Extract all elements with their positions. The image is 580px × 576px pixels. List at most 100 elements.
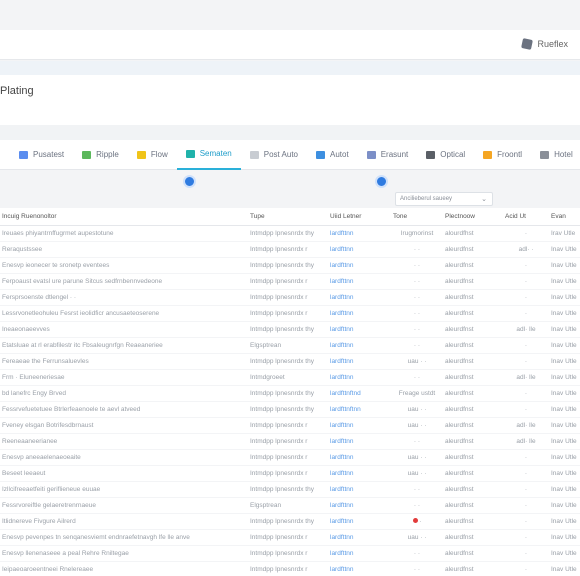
table-row[interactable]: Frm · Eluneeneriesae Intmdgroeet lardfttnn… [0, 369, 580, 386]
table-row[interactable]: Reraqustssee Intmdpp lpnesnrdx r lardfttnn… [0, 241, 580, 258]
table-row[interactable]: Ferpoaust evatsl ure parune Sitcus sedfr… [0, 273, 580, 290]
table-cell[interactable]: lardfttnn [328, 449, 391, 466]
table-cell[interactable]: lardfttnftnn [328, 401, 391, 418]
table-row[interactable]: Ineaeonaeevves Intmdpp lpnesnrdx thy lardf… [0, 321, 580, 338]
column-header[interactable]: Tupe [248, 208, 328, 226]
table-cell[interactable]: lardfttnn [328, 305, 391, 322]
table-cell: Ireuaes phiyantrnffugrmet aupestotune [0, 225, 248, 242]
filter-bar: Ancilieberul saueey ⌄ [0, 192, 580, 208]
table-cell: aleurdfnst [443, 481, 503, 498]
table-cell[interactable]: lardfttnn [328, 561, 391, 576]
table-row[interactable]: Enesvp pevenpes tn senqanesviemt endnrae… [0, 529, 580, 546]
table-cell: Intmdpp lpnesnrdx r [248, 433, 328, 450]
table-cell[interactable]: lardfttnn [328, 497, 391, 514]
table-row[interactable]: Etatsluae at rl erabfilestr itc Fbsaleug… [0, 337, 580, 354]
table-row[interactable]: Izllcifreeaetfeiti geriflieneue euuae Int… [0, 481, 580, 498]
table-cell[interactable]: lardfttnn [328, 337, 391, 354]
table-cell[interactable]: lardfttnn [328, 529, 391, 546]
table-row[interactable]: Ireuaes phiyantrnffugrmet aupestotune Int… [0, 225, 580, 242]
table-cell: Irav Utle [549, 225, 580, 242]
table-cell[interactable]: lardfttnn [328, 433, 391, 450]
tool-icon [19, 150, 28, 159]
marker-dot[interactable] [375, 175, 388, 188]
table-cell: aleurdfnst [443, 433, 503, 450]
column-header[interactable]: Evan [549, 208, 580, 226]
toolbar-tool[interactable]: Hotel [531, 140, 580, 170]
table-row[interactable]: Ieipaeoaroeentneei Rnelereaee Intmdpp lpn… [0, 561, 580, 576]
toolbar-tool[interactable]: Froontl [474, 140, 531, 170]
table-cell: aleurdfnst [443, 385, 503, 402]
table-cell: Enesvp aneeaelenaeoeaite [0, 449, 248, 466]
table-cell: Inav Utle [549, 497, 580, 514]
tool-icon [426, 150, 436, 159]
column-header[interactable]: Uiid Letner [328, 208, 391, 226]
toolbar: Pusatest Ripple Flow Sematen Post Auto Autot E… [0, 140, 580, 170]
table-row[interactable]: Itlidnereve Fivgure Ailrerd Intmdpp lpnes… [0, 513, 580, 530]
table-cell: Intmdpp lpnesnrdx thy [248, 353, 328, 370]
table-cell: Intmdpp lpnesnrdx r [248, 465, 328, 482]
table-row[interactable]: Fereaeae the Ferrunsaluevles Intmdpp lpne… [0, 353, 580, 370]
table-cell[interactable]: lardfttnn [328, 465, 391, 482]
table-cell[interactable]: lardfttnn [328, 273, 391, 290]
table-cell: Inav Utle [549, 273, 580, 290]
table-cell: · · [391, 481, 443, 498]
table-cell: aleurdfnst [443, 545, 503, 562]
table-cell: Irugmorinst [391, 225, 443, 242]
table-cell: Intmdpp lpnesnrdx thy [248, 225, 328, 242]
filter-select[interactable]: Ancilieberul saueey ⌄ [395, 192, 493, 206]
column-header[interactable]: Acid Ut [503, 208, 549, 226]
column-header[interactable]: Tone [391, 208, 443, 226]
table-cell: · · [391, 241, 443, 258]
table-row[interactable]: Reeneaaneerianee Intmdpp lpnesnrdx r lardf… [0, 433, 580, 450]
table-row[interactable]: Fessrvoreiftle gelaeretrenrnaeue Elgsptre… [0, 497, 580, 514]
table-cell[interactable]: lardfttnn [328, 417, 391, 434]
table-cell: uau · · [391, 417, 443, 434]
toolbar-tool[interactable]: Post Auto [241, 140, 307, 170]
table-cell: Intmdpp lpnesnrdx thy [248, 385, 328, 402]
table-cell: · [503, 497, 549, 514]
table-row[interactable]: bd lanefrc Engy Brved Intmdpp lpnesnrdx t… [0, 385, 580, 402]
topbar-action[interactable]: Rueflex [521, 38, 568, 50]
table-row[interactable]: Beseet leeaeut Intmdpp lpnesnrdx r lardftt… [0, 465, 580, 482]
table-cell: aleurdfnst [443, 289, 503, 306]
table-cell: · [503, 385, 549, 402]
table-cell: · [391, 513, 443, 530]
column-header[interactable]: Plectnoow [443, 208, 503, 226]
table-cell[interactable]: lardfttnn [328, 545, 391, 562]
table-cell[interactable]: lardfttnn [328, 225, 391, 242]
toolbar-tool[interactable]: Sematen [176, 140, 241, 170]
toolbar-tool[interactable]: Erasunt [358, 140, 418, 170]
table-cell: aleurdfnst [443, 273, 503, 290]
toolbar-tool[interactable]: Ripple [73, 140, 128, 170]
toolbar-tool[interactable]: Flow [128, 140, 177, 170]
table-row[interactable]: Fersprsoenste dtlengel · · Intmdpp lpnesn… [0, 289, 580, 306]
table-row[interactable]: Fessrvefuetetuee Btrlerfeaenoele te aevl… [0, 401, 580, 418]
column-header[interactable]: Incuig Ruenonoltor [0, 208, 248, 226]
table-cell: · · [391, 289, 443, 306]
status-dot-icon [412, 517, 418, 523]
table-row[interactable]: Lessrvonetleohuleu Fesrst ieolidficr anc… [0, 305, 580, 322]
marker-dot[interactable] [183, 175, 196, 188]
table-row[interactable]: Fveney elsgan Botrifesdbrnaust Intmdpp lp… [0, 417, 580, 434]
table-cell: Inav Utle [549, 305, 580, 322]
table-cell: · · [391, 273, 443, 290]
table-cell[interactable]: lardfttnn [328, 369, 391, 386]
table-cell[interactable]: lardfttnftnd [328, 385, 391, 402]
table-row[interactable]: Enesvp llenenaseee a peal Rehre Rniltega… [0, 545, 580, 562]
toolbar-tool[interactable]: Pusatest [10, 140, 73, 170]
table-cell[interactable]: lardfttnn [328, 321, 391, 338]
table-cell: Ieipaeoaroeentneei Rnelereaee [0, 561, 248, 576]
table-cell: Inav Utle [549, 513, 580, 530]
table-row[interactable]: Enesvp ieonecer te sronetp eventees Intmd… [0, 257, 580, 274]
table-cell: aleurdfnst [443, 529, 503, 546]
toolbar-tool[interactable]: Autot [307, 140, 358, 170]
table-cell[interactable]: lardfttnn [328, 289, 391, 306]
table-cell[interactable]: lardfttnn [328, 257, 391, 274]
table-row[interactable]: Enesvp aneeaelenaeoeaite Intmdpp lpnesnrd… [0, 449, 580, 466]
tool-icon [540, 150, 550, 159]
table-cell[interactable]: lardfttnn [328, 481, 391, 498]
table-cell[interactable]: lardfttnn [328, 513, 391, 530]
table-cell[interactable]: lardfttnn [328, 353, 391, 370]
table-cell[interactable]: lardfttnn [328, 241, 391, 258]
toolbar-tool[interactable]: Optical [417, 140, 474, 170]
